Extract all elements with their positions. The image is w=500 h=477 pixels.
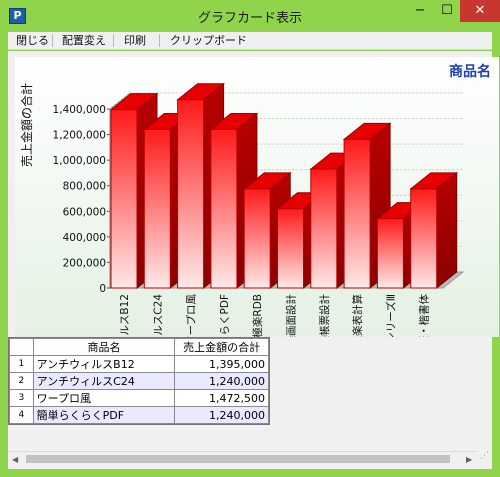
y-tick-label: 0 xyxy=(99,283,106,295)
cell-product[interactable]: ワープロ風 xyxy=(32,389,176,407)
cell-product[interactable]: アンチウィルスC24 xyxy=(32,372,176,390)
table-row[interactable]: 4 簡単らくらくPDF 1,240,000 xyxy=(9,406,269,424)
bar xyxy=(210,128,238,289)
cell-product[interactable]: アンチウィルスB12 xyxy=(32,355,176,373)
cell-sales[interactable]: 1,240,000 xyxy=(174,372,269,390)
resize-grip-icon[interactable]: ⋰ xyxy=(480,452,492,467)
bar xyxy=(410,188,438,289)
x-tick-label: 極楽帳票設計 xyxy=(318,294,331,337)
horizontal-scrollbar[interactable]: ◀ ▶ xyxy=(8,451,478,466)
bar xyxy=(243,188,271,289)
row-number: 4 xyxy=(9,406,34,424)
y-axis-label: 売上金額の合計 xyxy=(20,83,34,168)
cell-product[interactable]: 簡単らくらくPDF xyxy=(32,406,176,424)
cell-sales[interactable]: 1,472,500 xyxy=(174,389,269,407)
app-window: P グラフカード表示 − ☐ ✕ 閉じる 配置変え 印刷 クリップボード 0 20… xyxy=(0,0,500,477)
bar xyxy=(343,138,371,289)
row-number-header[interactable] xyxy=(9,338,34,356)
scroll-thumb[interactable] xyxy=(26,455,450,463)
row-number: 3 xyxy=(9,389,34,407)
table-row[interactable]: 3 ワープロ風 1,472,500 xyxy=(9,389,269,407)
bar xyxy=(110,109,138,289)
table-row[interactable]: 1 アンチウィルスB12 1,395,000 xyxy=(9,355,269,373)
x-tick-label: ワープロ風 xyxy=(186,294,198,337)
bar xyxy=(376,218,404,289)
maximize-button[interactable]: ☐ xyxy=(434,0,460,22)
x-tick-label: 毛筆・楷書体 xyxy=(418,294,431,337)
x-tick-label: 簡単らくらくPDF xyxy=(218,294,231,337)
menu-separator xyxy=(159,34,160,47)
cell-sales[interactable]: 1,395,000 xyxy=(174,355,269,373)
chart-area: 0 200,000 400,000 600,000 800,000 1,000,000 1,… xyxy=(15,57,499,337)
x-tick-label: アンチウィルスC24 xyxy=(152,294,164,337)
x-tick-label: 極楽表計算 xyxy=(351,294,364,337)
menu-clipboard[interactable]: クリップボード xyxy=(166,33,251,49)
y-tick-label: 600,000 xyxy=(63,206,106,218)
bar xyxy=(177,99,205,289)
menu-rearrange[interactable]: 配置変え xyxy=(58,33,110,49)
row-number: 2 xyxy=(9,372,34,390)
y-tick-label: 800,000 xyxy=(63,181,106,193)
cell-sales[interactable]: 1,240,000 xyxy=(174,406,269,424)
menu-close[interactable]: 閉じる xyxy=(12,33,53,49)
row-number: 1 xyxy=(9,355,34,373)
table-row[interactable]: 2 アンチウィルスC24 1,240,000 xyxy=(9,372,269,390)
x-tick-label: 極楽RDB xyxy=(251,294,264,337)
bar xyxy=(277,208,304,289)
title-bar[interactable]: P グラフカード表示 − ☐ ✕ xyxy=(0,0,500,32)
y-tick-label: 200,000 xyxy=(63,257,106,269)
bar xyxy=(310,168,338,289)
close-button[interactable]: ✕ xyxy=(460,0,500,22)
x-tick-label: 統計計算シリーズⅢ xyxy=(384,294,397,337)
menu-separator xyxy=(52,34,53,47)
data-table: 商品名 売上金額の合計 1 アンチウィルスB12 1,395,000 2 アンチ… xyxy=(9,338,269,424)
minimize-button[interactable]: − xyxy=(406,0,434,22)
column-header-sales[interactable]: 売上金額の合計 xyxy=(174,338,269,356)
chart-title: 商品名 xyxy=(449,64,491,80)
bar xyxy=(143,128,171,289)
y-tick-label: 1,400,000 xyxy=(53,104,106,116)
scroll-right-icon[interactable]: ▶ xyxy=(466,455,472,464)
table-header-row: 商品名 売上金額の合計 xyxy=(9,338,269,356)
data-grid[interactable]: 商品名 売上金額の合計 1 アンチウィルスB12 1,395,000 2 アンチ… xyxy=(8,337,270,425)
gridline xyxy=(109,92,463,110)
menu-separator xyxy=(113,34,114,47)
y-tick-label: 1,000,000 xyxy=(53,155,106,167)
y-tick-label: 1,200,000 xyxy=(53,130,106,142)
x-tick-label: 極楽画面設計 xyxy=(285,294,298,337)
scroll-left-icon[interactable]: ◀ xyxy=(12,455,18,464)
x-tick-label: アンチウィルスB12 xyxy=(119,294,131,337)
bar-chart: 0 200,000 400,000 600,000 800,000 1,000,000 1,… xyxy=(53,82,465,337)
column-header-product[interactable]: 商品名 xyxy=(32,338,176,356)
bar-side xyxy=(436,171,458,290)
menu-print[interactable]: 印刷 xyxy=(120,33,150,49)
y-tick-label: 400,000 xyxy=(63,232,106,244)
menu-bar: 閉じる 配置変え 印刷 クリップボード xyxy=(8,32,492,50)
